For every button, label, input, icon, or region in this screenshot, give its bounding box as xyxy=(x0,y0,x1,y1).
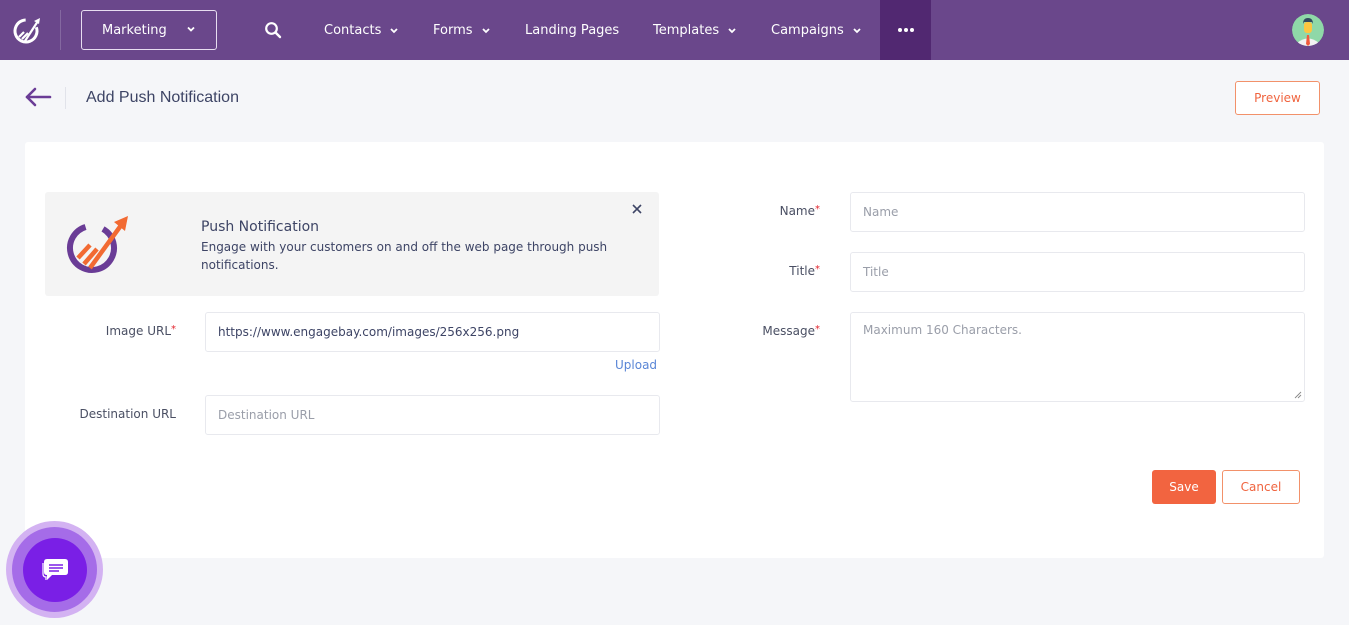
chat-widget-button[interactable] xyxy=(6,521,103,618)
save-button[interactable]: Save xyxy=(1152,470,1216,504)
push-notification-info-box: Push Notification Engage with your custo… xyxy=(45,192,659,296)
required-marker: * xyxy=(815,264,820,275)
destination-url-placeholder: Destination URL xyxy=(218,408,315,422)
image-url-label: Image URL* xyxy=(106,324,176,338)
destination-url-label: Destination URL xyxy=(79,407,176,421)
nav-more-button[interactable] xyxy=(880,0,931,60)
message-textarea[interactable]: Maximum 160 Characters. xyxy=(850,312,1305,402)
push-notification-logo-icon xyxy=(67,216,128,273)
chat-widget-ring xyxy=(12,527,97,612)
name-placeholder: Name xyxy=(863,205,899,219)
nav-item-label: Templates xyxy=(653,22,720,38)
search-icon[interactable] xyxy=(264,21,282,39)
nav-item-contacts[interactable]: Contacts xyxy=(324,0,399,60)
form-card: Push Notification Engage with your custo… xyxy=(25,142,1324,558)
nav-item-label: Landing Pages xyxy=(525,22,620,38)
nav-item-label: Campaigns xyxy=(771,22,844,38)
upload-link[interactable]: Upload xyxy=(615,358,657,372)
label-text: Title xyxy=(789,264,815,278)
engagebay-logo-icon[interactable] xyxy=(10,13,44,47)
label-text: Name xyxy=(779,204,815,218)
chevron-down-icon xyxy=(728,28,736,34)
chat-bubble-icon xyxy=(41,558,68,580)
preview-button[interactable]: Preview xyxy=(1235,81,1320,115)
chevron-down-icon xyxy=(481,28,490,34)
nav-divider xyxy=(60,10,61,50)
name-label: Name* xyxy=(780,204,820,218)
image-url-input[interactable]: https://www.engagebay.com/images/256x256… xyxy=(205,312,660,352)
ellipsis-icon xyxy=(897,28,914,32)
nav-item-label: Forms xyxy=(433,22,473,38)
title-label: Title* xyxy=(789,264,820,278)
nav-item-templates[interactable]: Templates xyxy=(653,0,737,60)
image-url-value: https://www.engagebay.com/images/256x256… xyxy=(218,325,520,339)
label-text: Message xyxy=(762,324,815,338)
chat-widget-core xyxy=(22,537,87,602)
cancel-button[interactable]: Cancel xyxy=(1222,470,1300,504)
page-title: Add Push Notification xyxy=(86,89,239,106)
label-text: Image URL xyxy=(105,324,171,338)
message-label: Message* xyxy=(762,324,820,338)
product-select-label: Marketing xyxy=(102,22,167,38)
required-marker: * xyxy=(171,324,176,335)
chevron-down-icon xyxy=(853,28,861,34)
title-placeholder: Title xyxy=(863,265,889,279)
name-input[interactable]: Name xyxy=(850,192,1305,232)
info-description: Engage with your customers on and off th… xyxy=(201,240,608,272)
nav-item-label: Contacts xyxy=(324,22,382,38)
info-title: Push Notification xyxy=(201,219,320,235)
close-icon[interactable] xyxy=(631,203,643,215)
nav-item-campaigns[interactable]: Campaigns xyxy=(771,0,862,60)
required-marker: * xyxy=(815,324,820,335)
top-navbar: Marketing Contacts Forms Landing Pages T… xyxy=(0,0,1349,60)
nav-item-forms[interactable]: Forms xyxy=(433,0,491,60)
user-avatar[interactable] xyxy=(1292,14,1324,46)
title-input[interactable]: Title xyxy=(850,252,1305,292)
destination-url-input[interactable]: Destination URL xyxy=(205,395,660,435)
header-divider xyxy=(65,87,66,109)
back-arrow-icon[interactable] xyxy=(24,86,52,108)
nav-item-landing-pages[interactable]: Landing Pages xyxy=(525,0,619,60)
message-placeholder: Maximum 160 Characters. xyxy=(863,323,1022,337)
resize-handle-icon[interactable] xyxy=(1294,391,1302,399)
chevron-down-icon xyxy=(187,26,195,32)
required-marker: * xyxy=(815,204,820,215)
product-select[interactable]: Marketing xyxy=(81,10,217,50)
chevron-down-icon xyxy=(390,28,398,34)
